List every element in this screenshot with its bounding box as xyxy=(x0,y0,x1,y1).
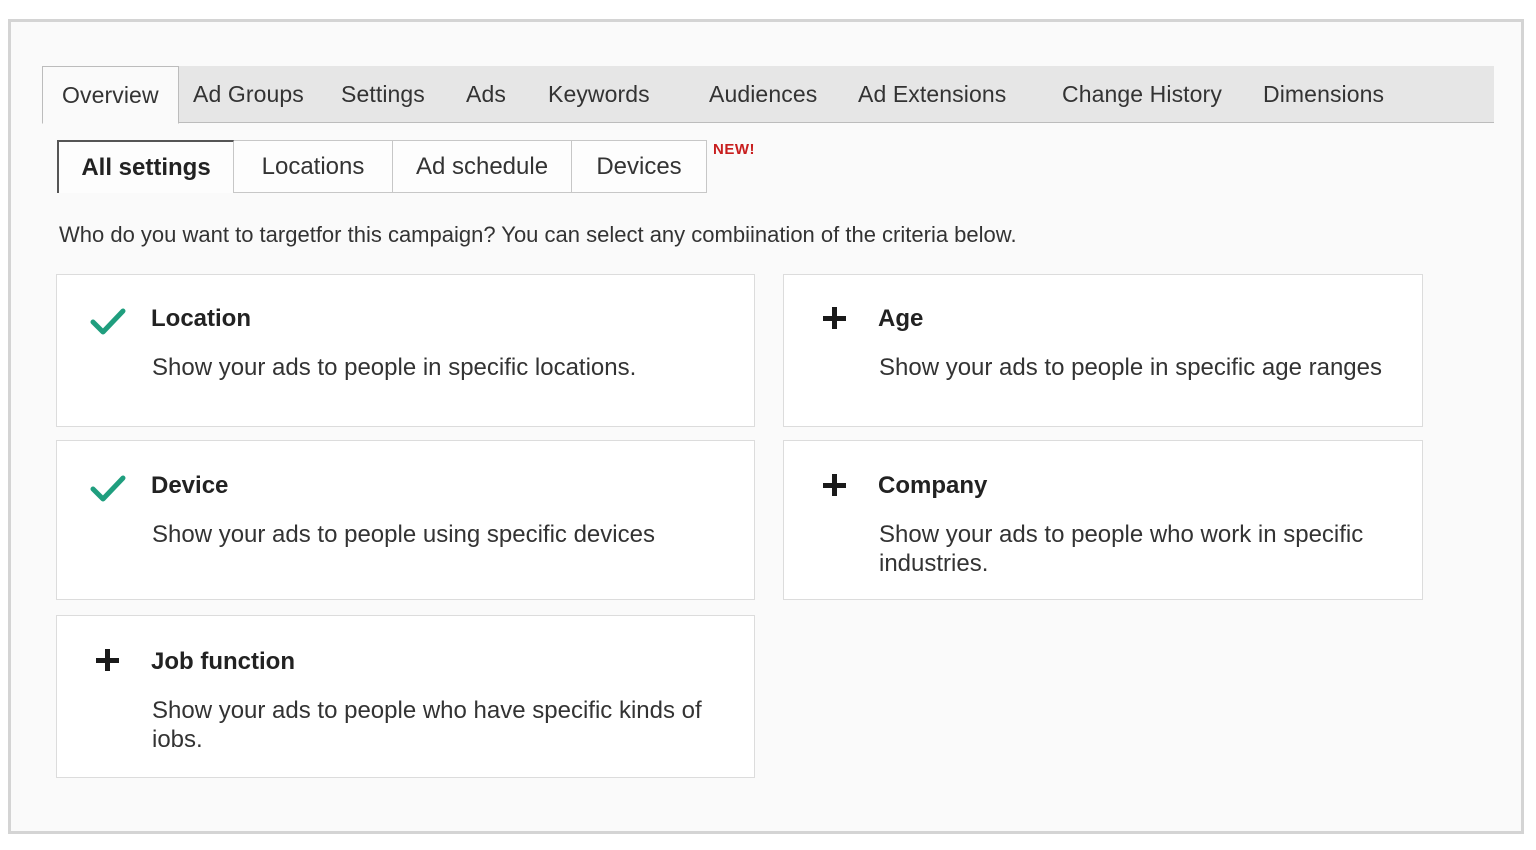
tab-ad-extensions[interactable]: Ad Extensions xyxy=(858,66,1006,123)
card-title: Age xyxy=(878,305,924,332)
card-description: Show your ads to people in specific loca… xyxy=(152,354,637,381)
criteria-card-job-function[interactable]: Job function Show your ads to people who… xyxy=(56,615,755,778)
tab-ads[interactable]: Ads xyxy=(466,66,506,123)
tab-label: Change History xyxy=(1062,81,1222,107)
tab-label: Keywords xyxy=(548,81,650,107)
criteria-card-location[interactable]: Location Show your ads to people in spec… xyxy=(56,274,755,427)
tab-label: Ad Extensions xyxy=(858,81,1007,107)
card-title: Job function xyxy=(151,648,295,675)
plus-icon[interactable] xyxy=(90,643,126,679)
card-title: Company xyxy=(878,472,988,499)
card-description: Show your ads to people who have specifi… xyxy=(152,697,702,753)
tab-settings[interactable]: Settings xyxy=(341,66,425,123)
tab-ad-groups[interactable]: Ad Groups xyxy=(193,66,304,123)
tab-label: Settings xyxy=(341,81,425,107)
card-description: Show your ads to people using specific d… xyxy=(152,521,655,548)
criteria-card-device[interactable]: Device Show your ads to people using spe… xyxy=(56,440,755,600)
tab-keywords[interactable]: Keywords xyxy=(548,66,650,123)
subtab-label: Ad schedule xyxy=(415,152,549,180)
check-icon xyxy=(90,308,126,335)
criteria-card-company[interactable]: Company Show your ads to people who work… xyxy=(783,440,1423,600)
subtab-label: All settings xyxy=(81,153,211,181)
tab-change-history[interactable]: Change History xyxy=(1062,66,1222,123)
check-icon xyxy=(90,475,126,502)
subtab-devices[interactable]: Devices xyxy=(572,140,707,193)
main-tab-bar: Overview Ad Groups Settings Ads Keywords… xyxy=(42,66,1494,124)
subtab-label: Locations xyxy=(261,152,365,180)
tab-dimensions[interactable]: Dimensions xyxy=(1263,66,1384,123)
subtab-ad-schedule[interactable]: Ad schedule xyxy=(393,140,572,193)
tab-overview[interactable]: Overview xyxy=(42,66,179,124)
tab-label: Ad Groups xyxy=(193,81,304,107)
settings-sub-tab-bar: All settings Locations Ad schedule Devic… xyxy=(57,140,707,193)
subtab-label: Devices xyxy=(596,152,682,180)
new-badge: NEW! xyxy=(713,141,755,158)
criteria-card-age[interactable]: Age Show your ads to people in specific … xyxy=(783,274,1423,427)
intro-text: Who do you want to targetfor this campai… xyxy=(59,222,1017,247)
plus-icon[interactable] xyxy=(817,468,853,504)
plus-icon[interactable] xyxy=(817,301,853,337)
tab-label: Ads xyxy=(466,81,506,107)
tab-label: Audiences xyxy=(709,81,818,107)
tab-label: Overview xyxy=(62,81,159,108)
subtab-all-settings[interactable]: All settings xyxy=(57,140,234,193)
tab-label: Dimensions xyxy=(1263,81,1385,107)
tab-audiences[interactable]: Audiences xyxy=(709,66,817,123)
card-description: Show your ads to people in specific age … xyxy=(879,354,1382,381)
card-description: Show your ads to people who work in spec… xyxy=(879,521,1364,577)
subtab-locations[interactable]: Locations xyxy=(234,140,393,193)
card-title: Device xyxy=(151,472,229,499)
card-title: Location xyxy=(151,305,251,332)
